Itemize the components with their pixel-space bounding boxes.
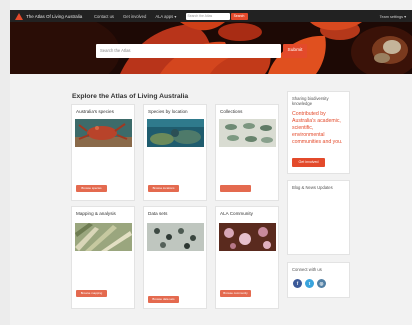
connect-panel: Connect with us f t ◎ — [287, 262, 350, 298]
sharing-body: Contributed by Australia's academic, sci… — [292, 111, 343, 145]
card-australias-species: Australia's species Browse species — [71, 104, 135, 201]
blog-heading: Blog & News Updates — [292, 185, 333, 190]
twitter-icon[interactable]: t — [305, 279, 314, 288]
browse-mapping-button[interactable]: Browse mapping — [76, 290, 107, 297]
instagram-icon[interactable]: ◎ — [317, 279, 326, 288]
nav-user-settings[interactable]: Team settings ▾ — [380, 14, 406, 19]
sharing-heading: Sharing biodiversity knowledge — [292, 96, 329, 106]
card-title: Mapping & analysis — [76, 211, 116, 216]
nav-search-button[interactable]: Search — [230, 12, 248, 20]
browse-locations-button[interactable]: Browse locations — [148, 185, 179, 192]
hero-search-input[interactable]: Search the Atlas — [96, 44, 281, 58]
card-image-grass — [75, 223, 132, 251]
card-species-by-location: Species by location Browse locations — [143, 104, 207, 201]
get-involved-button[interactable]: Get involved — [292, 158, 325, 167]
blog-news-panel: Blog & News Updates — [287, 180, 350, 255]
nav-item-contact-us[interactable]: Contact us — [94, 14, 114, 19]
card-title: Collections — [220, 109, 243, 114]
collections-button[interactable] — [220, 185, 251, 192]
card-image-flowers — [219, 223, 276, 251]
browse-community-button[interactable]: Browse community — [220, 290, 251, 297]
card-title: ALA Community — [220, 211, 253, 216]
hero-banner: Search the Atlas Submit — [10, 22, 412, 74]
sharing-knowledge-panel: Sharing biodiversity knowledge Contribut… — [287, 91, 350, 174]
browse-species-button[interactable]: Browse species — [76, 185, 107, 192]
nav-item-ala-apps[interactable]: ALA apps ▾ — [155, 14, 176, 19]
card-ala-community: ALA Community Browse community — [215, 206, 279, 309]
card-mapping-analysis: Mapping & analysis Browse mapping — [71, 206, 135, 309]
facebook-icon[interactable]: f — [293, 279, 302, 288]
hero-search-button[interactable]: Submit — [283, 44, 307, 58]
card-image-crab — [75, 119, 132, 147]
explore-section-title: Explore the Atlas of Living Australia — [72, 93, 189, 100]
site-logo-text: The Atlas Of Living Australia — [26, 13, 83, 19]
page-gutter — [0, 0, 10, 325]
card-title: Data sets — [148, 211, 168, 216]
top-navigation-bar: The Atlas Of Living Australia Contact us… — [10, 10, 412, 22]
browse-data-sets-button[interactable]: Browse data sets — [148, 296, 179, 303]
nav-search-input[interactable]: Search the Atlas — [185, 12, 230, 20]
nav-item-get-involved[interactable]: Get involved — [123, 14, 146, 19]
card-title: Australia's species — [76, 109, 114, 114]
card-image-reef — [147, 119, 204, 147]
card-image-specimens — [219, 119, 276, 147]
card-data-sets: Data sets Browse data sets — [143, 206, 207, 309]
card-image-specimen-tray — [147, 223, 204, 251]
site-logo[interactable]: The Atlas Of Living Australia — [15, 12, 85, 20]
card-title: Species by location — [148, 109, 188, 114]
connect-heading: Connect with us — [292, 267, 322, 272]
ala-logo-icon — [15, 12, 23, 20]
card-collections: Collections — [215, 104, 279, 201]
